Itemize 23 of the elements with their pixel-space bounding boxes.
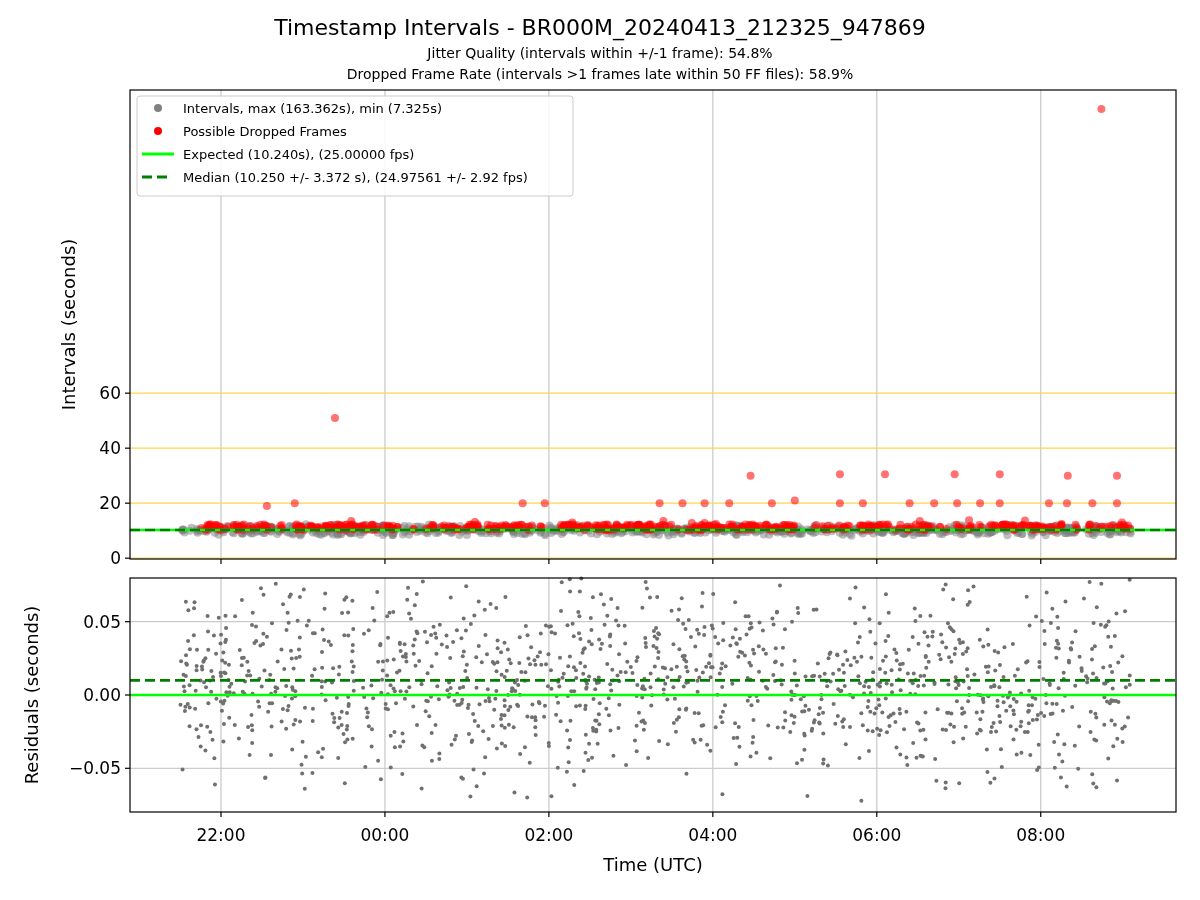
y-tick-label: 0.00 (83, 685, 121, 705)
y-tick-label: 0.05 (83, 611, 121, 632)
legend-label: Expected (10.240s), (25.00000 fps) (183, 147, 415, 162)
y-axis-label: Residuals (seconds) (21, 605, 42, 785)
y-tick-label: 60 (99, 383, 121, 404)
x-tick-label: 08:00 (1016, 825, 1066, 845)
legend-label: Median (10.250 +/- 3.372 s), (24.97561 +/- 2.92 fps) (183, 170, 528, 185)
chart-title: Timestamp Intervals - BR000M_20240413_212325_947869 (274, 14, 926, 43)
legend-label: Intervals, max (163.362s), min (7.325s) (183, 101, 442, 116)
legend-label: Possible Dropped Frames (183, 124, 347, 139)
y-tick-label: 20 (99, 493, 121, 514)
y-tick-label: 40 (99, 438, 121, 459)
y-tick-label: −0.05 (68, 758, 121, 779)
x-tick-label: 04:00 (688, 825, 738, 845)
x-tick-label: 00:00 (360, 825, 410, 845)
y-tick-label: 0 (110, 548, 121, 569)
x-tick-label: 02:00 (524, 825, 574, 845)
y-axis-label: Intervals (seconds) (58, 238, 79, 411)
chart-subtitle: Jitter Quality (intervals within +/-1 frame): 54.8% (427, 44, 773, 63)
chart-subtitle: Dropped Frame Rate (intervals >1 frames late within 50 FF files): 58.9% (346, 65, 854, 84)
x-tick-label: 22:00 (196, 825, 246, 845)
x-tick-label: 06:00 (852, 825, 902, 845)
x-axis-label: Time (UTC) (603, 854, 703, 875)
